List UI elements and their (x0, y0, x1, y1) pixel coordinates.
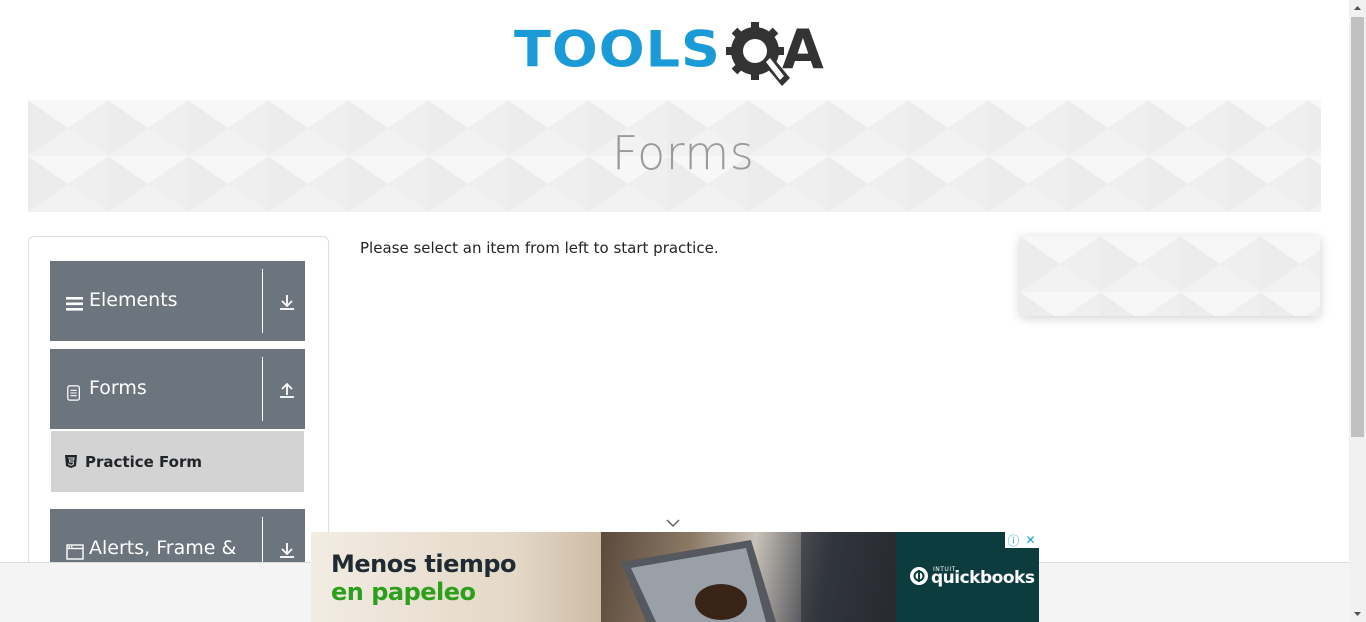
scroll-down-arrow-icon[interactable] (1349, 605, 1366, 622)
document-icon (67, 385, 80, 401)
ad-photo-tablet (601, 532, 896, 622)
logo-a-text: A (782, 18, 824, 81)
chevron-down-icon[interactable] (665, 517, 681, 529)
divider (262, 269, 263, 333)
bottom-ad-banner[interactable]: Menos tiempo en papeleo INTUIT quickbook… (311, 532, 1039, 622)
scroll-up-arrow-icon[interactable] (1349, 0, 1366, 17)
sidebar-group-label: Elements (89, 289, 178, 311)
window-icon (66, 544, 84, 560)
download-arrow-icon[interactable] (278, 541, 296, 559)
info-icon[interactable]: ⓘ (1005, 532, 1022, 548)
sidebar-item-practice-form[interactable]: Practice Form (51, 431, 304, 492)
tablet-image (621, 532, 896, 622)
download-arrow-icon[interactable] (278, 293, 296, 311)
page-title: Forms (611, 126, 755, 180)
html5-icon (65, 455, 77, 468)
sidebar-group-label: Alerts, Frame & (89, 537, 237, 559)
sidebar-group-forms[interactable]: Forms (50, 349, 305, 429)
side-ad-placeholder (1020, 236, 1320, 316)
ad-headline: Menos tiempo (331, 550, 517, 578)
sidebar-item-label: Practice Form (85, 453, 202, 471)
site-logo[interactable]: TOOLS A (514, 14, 844, 92)
sidebar-group-elements[interactable]: Elements (50, 261, 305, 341)
vertical-scrollbar[interactable] (1349, 0, 1366, 622)
ad-brand-name: quickbooks (931, 568, 1035, 588)
logo-tools-text: TOOLS (514, 20, 721, 79)
upload-arrow-icon[interactable] (278, 381, 296, 399)
placeholder-pattern (1020, 236, 1320, 316)
sidebar-group-label: Forms (89, 377, 147, 399)
hamburger-icon (66, 297, 83, 311)
instruction-text: Please select an item from left to start… (360, 239, 719, 257)
quickbooks-logo-icon (910, 567, 928, 585)
close-icon[interactable]: ✕ (1022, 532, 1039, 548)
scroll-thumb[interactable] (1351, 17, 1364, 437)
ad-subheadline: en papeleo (331, 578, 476, 606)
divider (262, 357, 263, 421)
